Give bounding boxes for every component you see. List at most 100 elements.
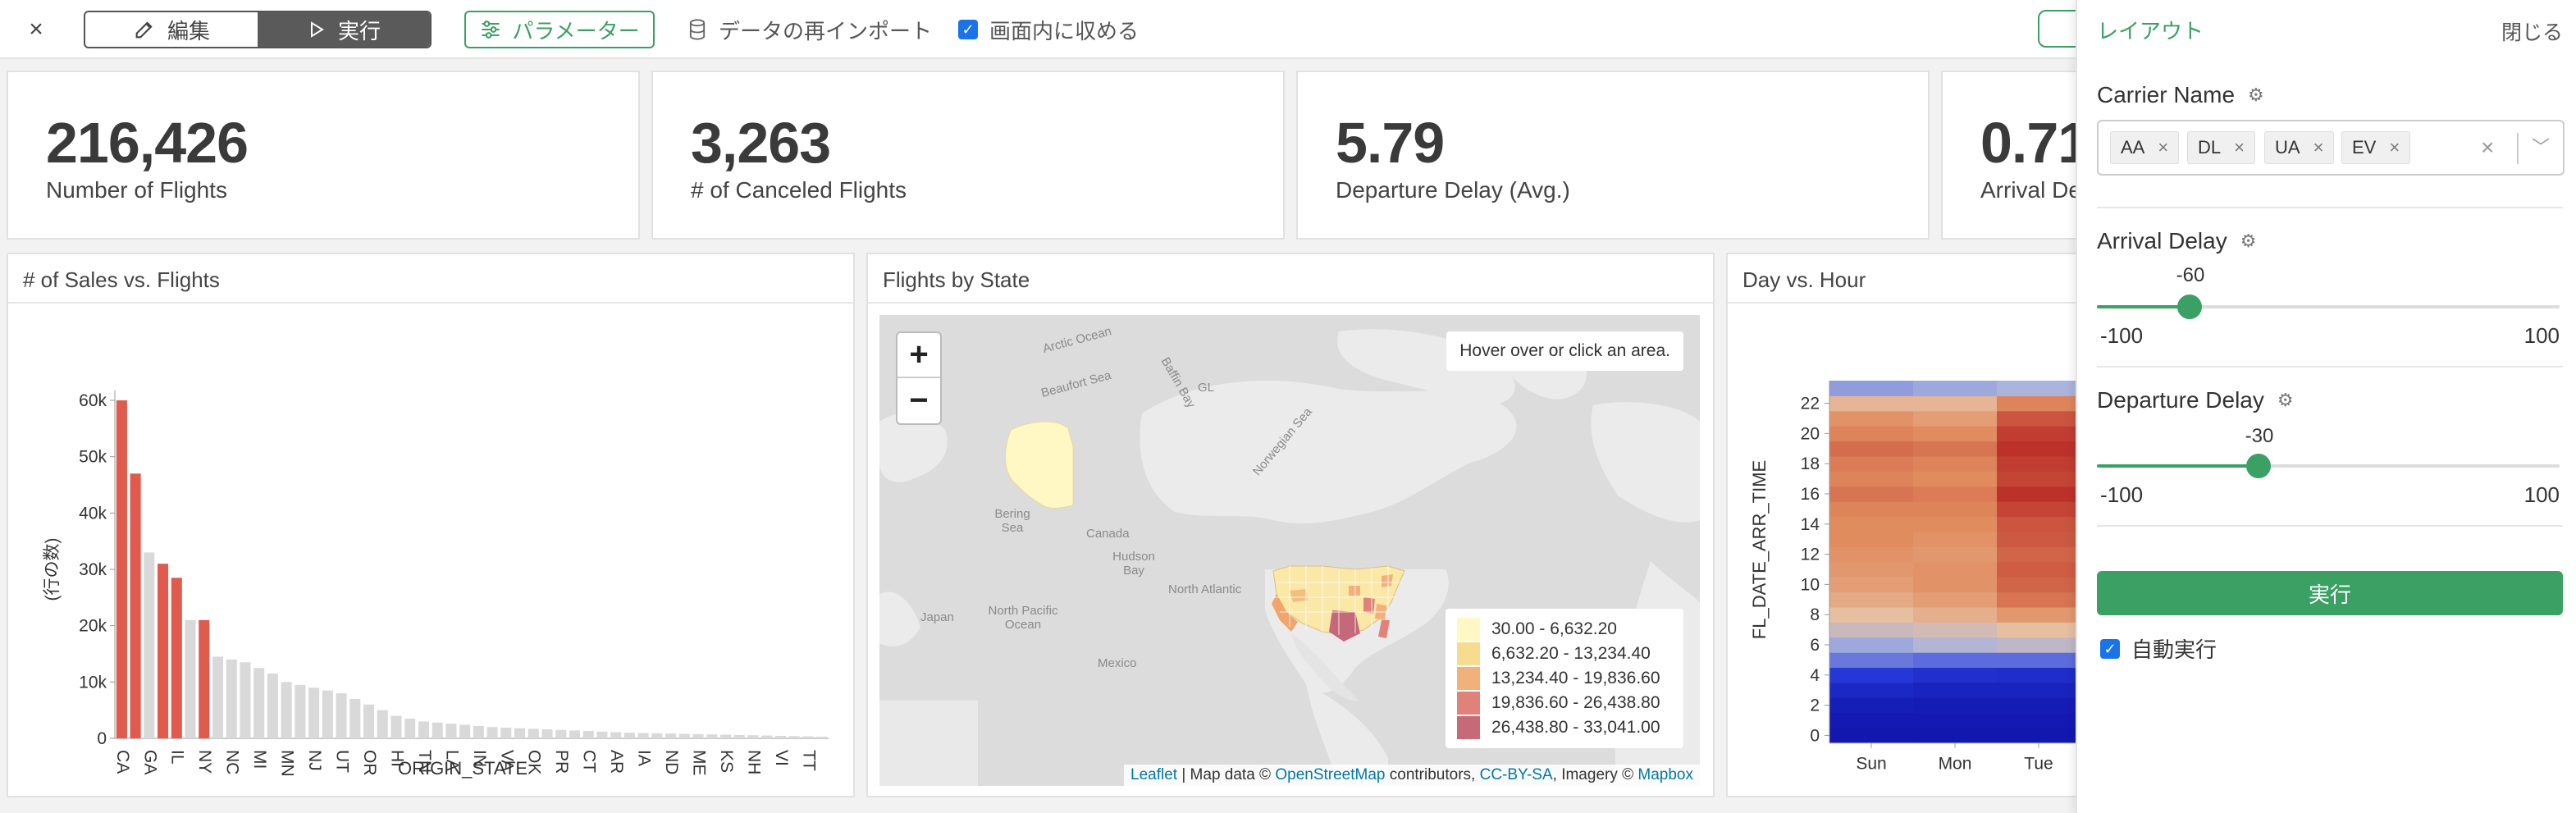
auto-run-toggle[interactable]: ✓ 自動実行	[2100, 633, 2217, 664]
bar	[788, 736, 800, 738]
legend-swatch	[1457, 618, 1480, 641]
heat-cell	[1829, 667, 1914, 683]
bar	[377, 710, 388, 738]
osm-link[interactable]: OpenStreetMap	[1275, 766, 1385, 783]
y-tick-label: 18	[1801, 454, 1820, 473]
heat-cell	[1829, 486, 1914, 502]
close-icon[interactable]: ×	[21, 15, 51, 44]
mode-switch: 編集 実行	[84, 11, 432, 48]
departure-slider[interactable]	[2097, 454, 2560, 478]
heat-cell	[1913, 501, 1998, 518]
divider	[2097, 366, 2563, 368]
heat-cell	[1829, 561, 1914, 578]
heat-cell	[1997, 486, 2076, 502]
heat-cell	[1997, 381, 2076, 396]
carrier-tag: AA ×	[2110, 131, 2180, 164]
heat-cell	[1913, 697, 1998, 714]
bar	[802, 736, 814, 738]
gear-icon[interactable]: ⚙	[2240, 231, 2257, 252]
run-mode-button[interactable]: 実行	[258, 12, 430, 47]
bar	[582, 731, 594, 738]
bar	[185, 619, 196, 738]
heat-cell	[1829, 532, 1914, 547]
bar	[363, 704, 375, 738]
heat-cell	[1829, 607, 1914, 623]
y-tick-label: 20	[1801, 424, 1820, 443]
layout-side-panel: レイアウト 閉じる Carrier Name ⚙ AA × DL × UA × EV × …	[2076, 0, 2576, 813]
bar	[281, 682, 292, 738]
parameters-button[interactable]: パラメーター	[464, 11, 655, 48]
license-link[interactable]: CC-BY-SA	[1480, 766, 1553, 783]
heat-cell	[1913, 637, 1998, 653]
gear-icon[interactable]: ⚙	[2277, 390, 2294, 411]
x-tick-label: NC	[223, 750, 242, 774]
mapbox-link[interactable]: Mapbox	[1637, 766, 1693, 783]
bar	[692, 733, 704, 738]
bar	[267, 674, 278, 738]
x-tick-label: MI	[250, 750, 269, 769]
bar	[596, 731, 608, 738]
heat-cell	[1913, 712, 1998, 729]
choropleth-map[interactable]: Arctic Ocean Beaufort Sea Baffin Bay GL …	[879, 315, 1700, 786]
leaflet-link[interactable]: Leaflet	[1130, 766, 1177, 783]
remove-tag-icon[interactable]: ×	[2234, 137, 2245, 158]
y-axis-title: (行の数)	[43, 538, 62, 601]
bar	[610, 732, 622, 738]
gear-icon[interactable]: ⚙	[2248, 84, 2264, 106]
x-tick-label: GA	[140, 750, 159, 774]
bar	[116, 400, 127, 738]
reimport-button[interactable]: データの再インポート	[687, 15, 932, 44]
slider-knob[interactable]	[2246, 454, 2271, 478]
carrier-param-label: Carrier Name ⚙	[2097, 82, 2264, 108]
x-tick-label: OK	[525, 750, 544, 774]
carrier-multiselect[interactable]: AA × DL × UA × EV × × ﹀	[2097, 120, 2565, 176]
auto-run-label: 自動実行	[2131, 637, 2217, 662]
bar	[528, 729, 539, 738]
x-tick-label: VI	[772, 750, 791, 766]
auto-run-checkbox[interactable]: ✓	[2100, 638, 2120, 659]
bar	[308, 687, 320, 738]
chevron-down-icon[interactable]: ﹀	[2532, 133, 2550, 159]
side-panel-close-button[interactable]: 閉じる	[2501, 16, 2563, 46]
heat-cell	[1997, 395, 2076, 412]
arrival-param-label: Arrival Delay ⚙	[2097, 228, 2256, 254]
carrier-tag: EV ×	[2341, 131, 2411, 164]
remove-tag-icon[interactable]: ×	[2158, 137, 2168, 158]
edit-button[interactable]: 編集	[85, 12, 258, 47]
fit-checkbox[interactable]: ✓	[958, 20, 978, 39]
side-panel-title[interactable]: レイアウト	[2097, 15, 2204, 45]
tag-label: UA	[2275, 137, 2300, 158]
bar	[623, 733, 635, 738]
x-tick-label: CA	[113, 750, 132, 774]
legend-swatch	[1457, 642, 1480, 665]
heat-cell	[1997, 591, 2076, 608]
heat-cell	[1913, 683, 1998, 698]
remove-tag-icon[interactable]: ×	[2389, 137, 2400, 158]
heat-cell	[1997, 456, 2076, 472]
legend-label: 19,836.60 - 26,438.80	[1491, 693, 1660, 712]
divider	[2097, 525, 2563, 527]
heat-cell	[1829, 546, 1914, 563]
slider-knob[interactable]	[2177, 295, 2202, 319]
departure-slider-max: 100	[2523, 482, 2560, 507]
bar	[500, 727, 512, 738]
fit-to-screen-toggle[interactable]: ✓ 画面内に収める	[958, 15, 1139, 44]
heat-cell	[1829, 637, 1914, 653]
run-button[interactable]: 実行	[2097, 571, 2563, 615]
heat-cell	[1997, 546, 2076, 563]
kpi-value: 5.79	[1336, 111, 1445, 175]
heat-cell	[1829, 395, 1914, 412]
remove-tag-icon[interactable]: ×	[2313, 137, 2324, 158]
zoom-out-button[interactable]: −	[897, 378, 940, 423]
map-label: Bering Sea	[994, 507, 1030, 535]
panel-title: Day vs. Hour	[1742, 267, 1866, 292]
bar	[706, 734, 718, 738]
heat-cell	[1829, 426, 1914, 442]
x-tick-label: ND	[662, 750, 681, 774]
zoom-in-button[interactable]: +	[897, 333, 940, 378]
sliders-icon	[482, 21, 500, 39]
heat-cell	[1913, 410, 1998, 427]
clear-icon[interactable]: ×	[2481, 135, 2494, 161]
bar	[569, 730, 581, 738]
arrival-slider[interactable]	[2097, 295, 2560, 319]
